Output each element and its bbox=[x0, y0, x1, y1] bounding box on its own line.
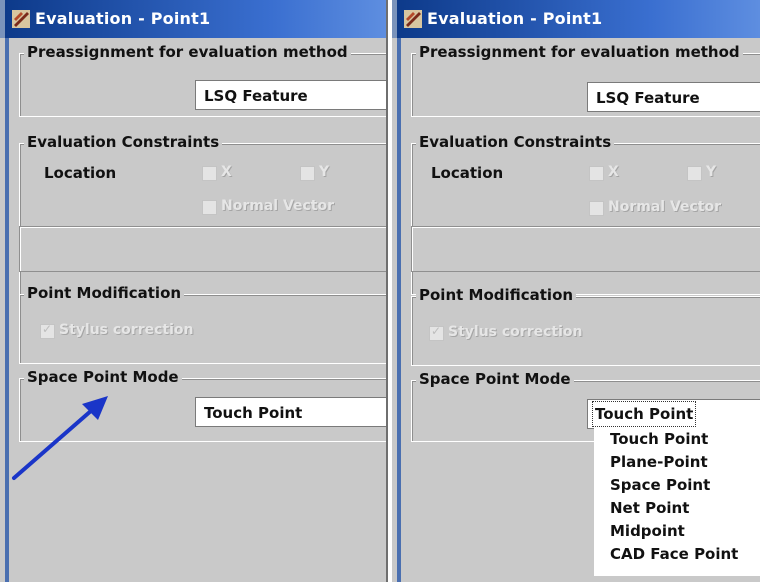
normal-vector-label: Normal Vector bbox=[608, 199, 722, 215]
preassignment-label: Preassignment for evaluation method bbox=[416, 43, 743, 61]
dropdown-option[interactable]: Net Point bbox=[594, 497, 760, 520]
preassignment-label: Preassignment for evaluation method bbox=[24, 43, 351, 61]
x-checkbox-label: X bbox=[608, 164, 619, 180]
pointer-arrow-icon bbox=[12, 396, 108, 480]
point-modification-label: Point Modification bbox=[24, 284, 185, 302]
title-bar: Evaluation - Point1 bbox=[0, 0, 386, 38]
stylus-correction-checkbox[interactable] bbox=[40, 322, 55, 339]
evaluation-method-combobox[interactable]: LSQ Feature bbox=[587, 82, 760, 112]
space-point-mode-dropdown: Touch Point Plane-Point Space Point Net … bbox=[594, 428, 760, 576]
app-icon bbox=[12, 10, 30, 28]
normal-vector-label: Normal Vector bbox=[221, 198, 335, 214]
window-title: Evaluation - Point1 bbox=[35, 9, 211, 28]
stylus-correction-checkbox[interactable] bbox=[429, 324, 444, 341]
y-checkbox-label: Y bbox=[319, 164, 330, 180]
empty-constraints-area bbox=[19, 226, 386, 272]
evaluation-constraints-label: Evaluation Constraints bbox=[416, 133, 615, 151]
window-title: Evaluation - Point1 bbox=[427, 9, 603, 28]
left-dialog: Evaluation - Point1 Preassignment for ev… bbox=[0, 0, 388, 582]
y-checkbox-label: Y bbox=[706, 164, 717, 180]
dialog-body: Preassignment for evaluation method LSQ … bbox=[5, 38, 386, 582]
space-point-mode-selected: Touch Point bbox=[592, 401, 697, 427]
stylus-correction-label: Stylus correction bbox=[59, 322, 194, 338]
space-point-mode-label: Space Point Mode bbox=[416, 370, 574, 388]
evaluation-method-combobox[interactable]: LSQ Feature bbox=[195, 80, 386, 110]
point-modification-label: Point Modification bbox=[416, 286, 577, 304]
dropdown-option[interactable]: Midpoint bbox=[594, 520, 760, 543]
location-label: Location bbox=[431, 164, 504, 182]
x-checkbox[interactable] bbox=[589, 166, 604, 181]
app-icon bbox=[404, 10, 422, 28]
x-checkbox[interactable] bbox=[202, 166, 217, 181]
stylus-correction-label: Stylus correction bbox=[448, 324, 583, 340]
dropdown-option[interactable]: Plane-Point bbox=[594, 451, 760, 474]
x-checkbox-label: X bbox=[221, 164, 232, 180]
normal-vector-checkbox[interactable] bbox=[202, 200, 217, 215]
space-point-mode-combobox[interactable]: Touch Point bbox=[195, 397, 386, 427]
dropdown-option[interactable]: CAD Face Point bbox=[594, 543, 760, 566]
space-point-mode-combobox[interactable]: Touch Point bbox=[587, 399, 760, 429]
y-checkbox[interactable] bbox=[300, 166, 315, 181]
empty-constraints-area bbox=[411, 226, 760, 272]
y-checkbox[interactable] bbox=[687, 166, 702, 181]
evaluation-constraints-label: Evaluation Constraints bbox=[24, 133, 223, 151]
dropdown-option[interactable]: Space Point bbox=[594, 474, 760, 497]
space-point-mode-label: Space Point Mode bbox=[24, 368, 182, 386]
title-bar: Evaluation - Point1 bbox=[392, 0, 760, 38]
location-label: Location bbox=[44, 164, 117, 182]
dropdown-option[interactable]: Touch Point bbox=[594, 428, 760, 451]
normal-vector-checkbox[interactable] bbox=[589, 201, 604, 216]
